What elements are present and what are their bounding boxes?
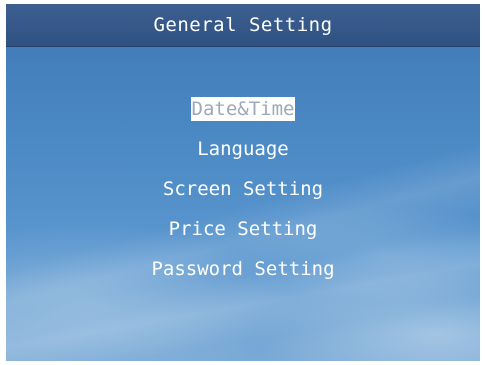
- page-title: General Setting: [153, 14, 333, 36]
- menu-item-label[interactable]: Date&Time: [190, 97, 296, 121]
- menu-item-price-setting[interactable]: Price Setting: [6, 217, 480, 257]
- menu-item-language[interactable]: Language: [6, 137, 480, 177]
- settings-screen: General Setting Date&Time Language Scree…: [6, 4, 480, 361]
- menu-item-label[interactable]: Price Setting: [168, 217, 319, 241]
- menu-item-date-time[interactable]: Date&Time: [6, 97, 480, 137]
- menu-item-label[interactable]: Language: [196, 137, 290, 161]
- menu-item-screen-setting[interactable]: Screen Setting: [6, 177, 480, 217]
- title-bar: General Setting: [6, 4, 480, 47]
- menu-item-label[interactable]: Screen Setting: [162, 177, 324, 201]
- settings-menu: Date&Time Language Screen Setting Price …: [6, 97, 480, 297]
- menu-item-label[interactable]: Password Setting: [150, 257, 335, 281]
- menu-item-password-setting[interactable]: Password Setting: [6, 257, 480, 297]
